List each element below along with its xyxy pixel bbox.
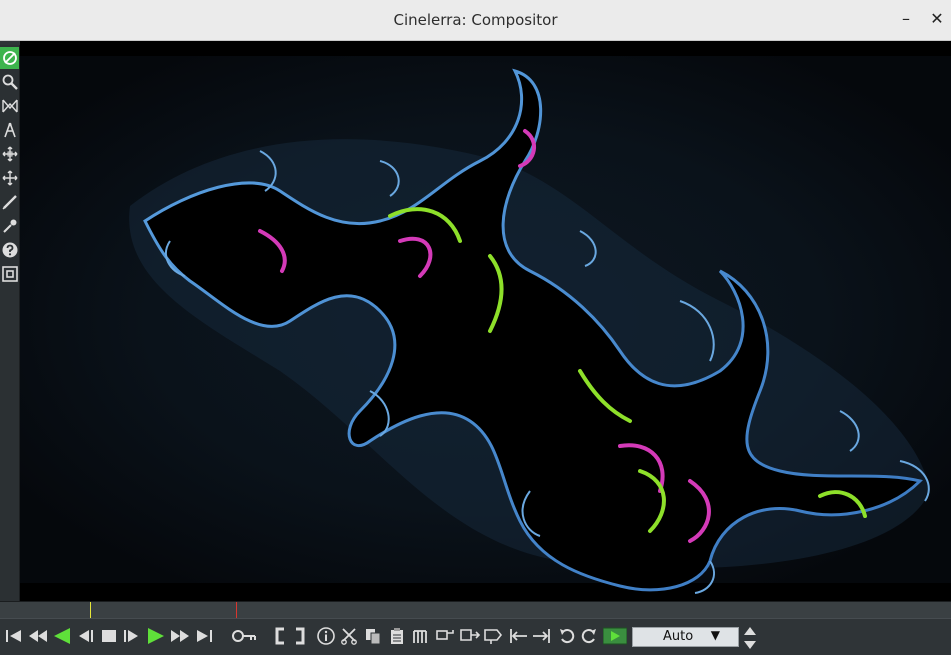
- cut-icon[interactable]: [338, 624, 360, 648]
- paste-icon[interactable]: [386, 624, 408, 648]
- to-clip-icon[interactable]: [458, 624, 482, 648]
- info-icon[interactable]: [315, 624, 337, 648]
- out-point-icon[interactable]: [292, 624, 308, 648]
- redo-icon[interactable]: [578, 624, 600, 648]
- zoom-value: Auto: [663, 629, 694, 644]
- prev-label-icon[interactable]: [508, 624, 530, 648]
- splice-icon[interactable]: [410, 624, 432, 648]
- safe-regions-icon[interactable]: [0, 263, 19, 285]
- stop-icon[interactable]: [98, 624, 120, 648]
- close-button[interactable]: ✕: [926, 8, 948, 30]
- camera-move-icon[interactable]: [0, 143, 19, 165]
- frame-forward-icon[interactable]: [121, 624, 143, 648]
- label-icon[interactable]: [482, 624, 504, 648]
- projector-move-icon[interactable]: [0, 167, 19, 189]
- help-icon[interactable]: [0, 239, 19, 261]
- next-label-icon[interactable]: [530, 624, 552, 648]
- crop-icon[interactable]: [0, 191, 19, 213]
- tool-palette: [0, 45, 20, 601]
- protect-icon[interactable]: [0, 47, 19, 69]
- in-point-icon[interactable]: [272, 624, 288, 648]
- play-icon[interactable]: [144, 624, 168, 648]
- undo-icon[interactable]: [556, 624, 578, 648]
- ruler-icon[interactable]: [0, 119, 19, 141]
- fast-forward-icon[interactable]: [168, 624, 192, 648]
- window-title: Cinelerra: Compositor: [393, 11, 558, 29]
- eyedrop-icon[interactable]: [0, 215, 19, 237]
- copy-icon[interactable]: [362, 624, 384, 648]
- zoom-dropdown[interactable]: Auto ▼: [632, 627, 739, 647]
- window-titlebar: Cinelerra: Compositor – ✕: [0, 0, 951, 41]
- chevron-down-icon: ▼: [710, 628, 720, 642]
- in-marker[interactable]: [90, 602, 91, 619]
- transport-bar: Auto ▼: [0, 618, 951, 654]
- frame-back-icon[interactable]: [74, 624, 96, 648]
- zoom-stepper[interactable]: [743, 625, 757, 651]
- mask-icon[interactable]: [0, 95, 19, 117]
- timeline-slider[interactable]: [0, 601, 951, 619]
- playhead-marker[interactable]: [236, 602, 237, 619]
- keyframe-icon[interactable]: [230, 624, 258, 648]
- jump-to-end-icon[interactable]: [193, 624, 215, 648]
- play-mode-icon[interactable]: [603, 624, 627, 648]
- minimize-button[interactable]: –: [895, 8, 917, 30]
- zoom-icon[interactable]: [0, 71, 19, 93]
- video-frame: [20, 41, 951, 601]
- fast-reverse-icon[interactable]: [26, 624, 50, 648]
- play-reverse-icon[interactable]: [50, 624, 74, 648]
- overwrite-icon[interactable]: [434, 624, 456, 648]
- compositor-canvas[interactable]: [20, 41, 951, 601]
- rewind-to-start-icon[interactable]: [3, 624, 25, 648]
